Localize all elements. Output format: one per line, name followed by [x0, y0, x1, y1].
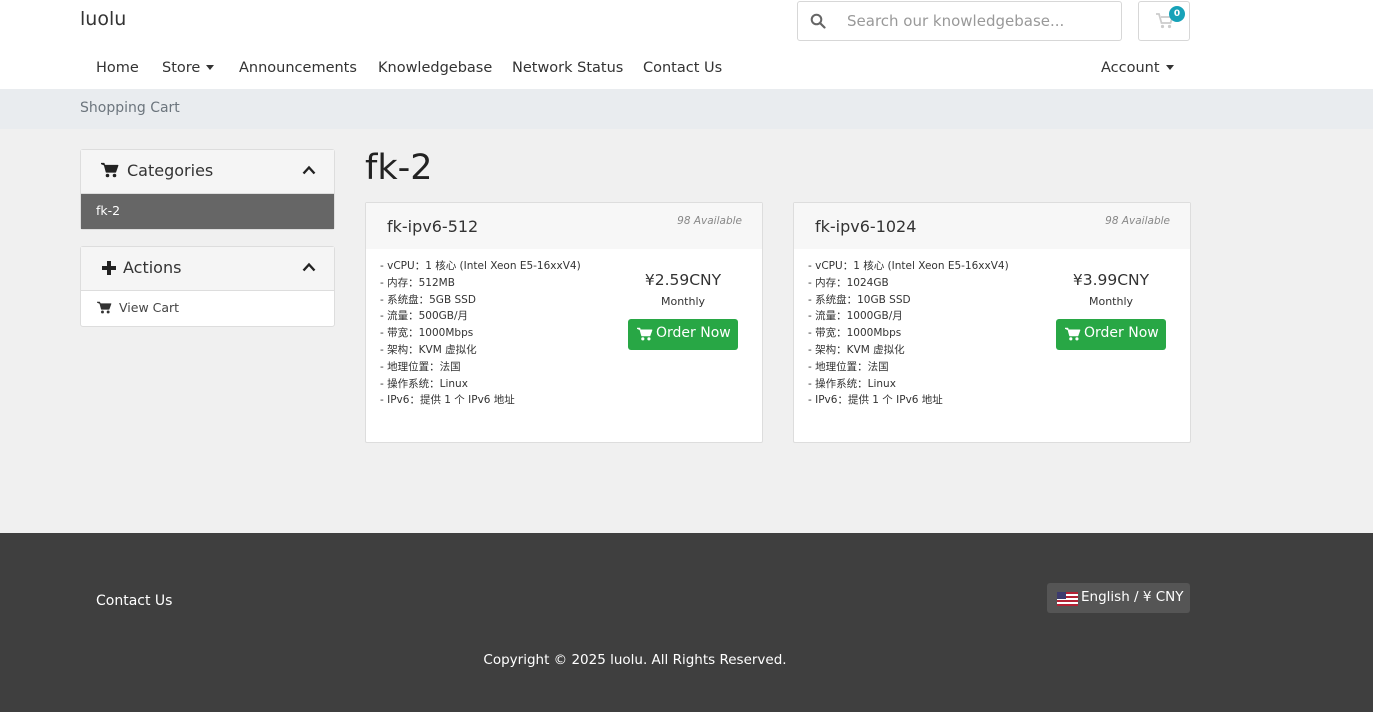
language-currency-button[interactable]: English / ¥ CNY: [1047, 583, 1190, 613]
shopping-cart-icon: [101, 162, 119, 178]
cart-button[interactable]: 0: [1138, 1, 1190, 41]
feature-item: - 系统盘：10GB SSD: [808, 293, 911, 306]
feature-item: - 地理位置：法国: [380, 360, 461, 373]
chevron-down-icon: [1165, 64, 1174, 70]
feature-item: - 架构：KVM 虚拟化: [380, 343, 477, 356]
availability-text: 98 Available: [677, 215, 742, 227]
knowledgebase-search-input[interactable]: Search our knowledgebase...: [797, 1, 1122, 41]
breadcrumb: Shopping Cart: [0, 89, 1373, 129]
actions-panel: Actions View Cart: [80, 246, 335, 327]
product-price: ¥3.99CNY: [1072, 271, 1150, 289]
us-flag-icon: [1057, 592, 1078, 606]
feature-item: - vCPU：1 核心 (Intel Xeon E5-16xxV4): [380, 260, 581, 272]
page-title: fk-2: [365, 148, 433, 188]
feature-item: - IPv6：提供 1 个 IPv6 地址: [380, 394, 515, 407]
shopping-cart-icon: [97, 301, 112, 314]
chevron-up-icon[interactable]: [302, 165, 316, 175]
order-now-button[interactable]: Order Now: [1056, 319, 1166, 350]
nav-store-label: Store: [162, 60, 201, 76]
product-features: - vCPU：1 核心 (Intel Xeon E5-16xxV4) - 内存：…: [380, 258, 581, 409]
feature-item: - 操作系统：Linux: [808, 377, 896, 390]
language-currency-label: English / ¥ CNY: [1081, 589, 1184, 605]
feature-item: - IPv6：提供 1 个 IPv6 地址: [808, 394, 943, 407]
product-name: fk-ipv6-1024: [815, 217, 917, 236]
product-card: fk-ipv6-512 98 Available - vCPU：1 核心 (In…: [365, 202, 763, 443]
availability-text: 98 Available: [1105, 215, 1170, 227]
product-card: fk-ipv6-1024 98 Available - vCPU：1 核心 (I…: [793, 202, 1191, 443]
shopping-cart-icon: [1065, 327, 1081, 341]
chevron-up-icon[interactable]: [302, 262, 316, 272]
feature-item: - 内存：1024GB: [808, 276, 889, 289]
feature-item: - 流量：1000GB/月: [808, 310, 903, 323]
actions-title: Actions: [123, 258, 182, 277]
plus-icon: [102, 261, 116, 275]
feature-item: - 系统盘：5GB SSD: [380, 293, 476, 306]
nav-announcements[interactable]: Announcements: [239, 60, 357, 80]
order-now-label: Order Now: [1084, 325, 1159, 341]
view-cart-link[interactable]: View Cart: [81, 291, 334, 326]
view-cart-label: View Cart: [119, 300, 180, 315]
product-price: ¥2.59CNY: [644, 271, 722, 289]
categories-panel-header[interactable]: Categories: [81, 150, 334, 194]
nav-account[interactable]: Account: [1101, 60, 1174, 80]
breadcrumb-shopping-cart[interactable]: Shopping Cart: [80, 100, 180, 116]
nav-home[interactable]: Home: [96, 60, 139, 80]
nav-network-status[interactable]: Network Status: [512, 60, 623, 80]
categories-title: Categories: [127, 161, 214, 180]
billing-cycle: Monthly: [1088, 295, 1134, 308]
feature-item: - 操作系统：Linux: [380, 377, 468, 390]
search-icon: [810, 13, 826, 29]
feature-item: - 地理位置：法国: [808, 360, 889, 373]
search-placeholder: Search our knowledgebase...: [847, 12, 1065, 30]
product-card-header: fk-ipv6-1024 98 Available: [794, 203, 1190, 249]
order-now-button[interactable]: Order Now: [628, 319, 738, 350]
categories-panel: Categories fk-2: [80, 149, 335, 230]
nav-contact-us[interactable]: Contact Us: [643, 60, 722, 80]
chevron-down-icon: [206, 64, 215, 70]
footer-contact-us-link[interactable]: Contact Us: [96, 593, 172, 609]
billing-cycle: Monthly: [660, 295, 706, 308]
product-card-header: fk-ipv6-512 98 Available: [366, 203, 762, 249]
feature-item: - 内存：512MB: [380, 276, 455, 289]
copyright-text: Copyright © 2025 luolu. All Rights Reser…: [483, 652, 787, 668]
category-item-fk-2[interactable]: fk-2: [81, 194, 334, 229]
site-footer: Contact Us English / ¥ CNY Copyright © 2…: [0, 533, 1373, 712]
site-header: luolu Search our knowledgebase... 0 Home…: [0, 0, 1373, 89]
cart-count-badge: 0: [1169, 6, 1185, 22]
nav-store[interactable]: Store: [162, 60, 215, 80]
product-name: fk-ipv6-512: [387, 217, 479, 236]
feature-item: - 架构：KVM 虚拟化: [808, 343, 905, 356]
nav-account-label: Account: [1101, 60, 1160, 76]
feature-item: - 流量：500GB/月: [380, 310, 469, 323]
feature-item: - 带宽：1000Mbps: [380, 327, 474, 340]
brand-logo[interactable]: luolu: [80, 8, 126, 30]
shopping-cart-icon: [637, 327, 653, 341]
product-features: - vCPU：1 核心 (Intel Xeon E5-16xxV4) - 内存：…: [808, 258, 1009, 409]
feature-item: - vCPU：1 核心 (Intel Xeon E5-16xxV4): [808, 260, 1009, 272]
order-now-label: Order Now: [656, 325, 731, 341]
nav-knowledgebase[interactable]: Knowledgebase: [378, 60, 492, 80]
actions-panel-header[interactable]: Actions: [81, 247, 334, 291]
feature-item: - 带宽：1000Mbps: [808, 327, 902, 340]
